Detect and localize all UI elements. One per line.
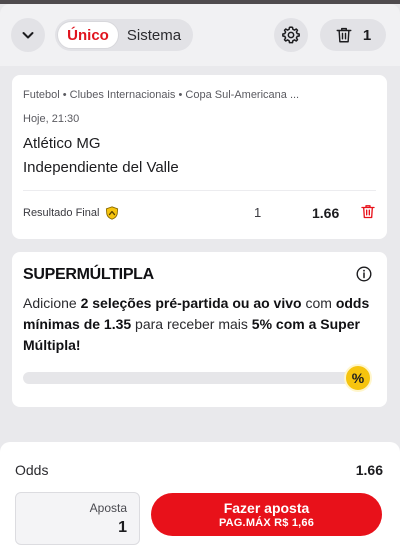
gear-icon	[282, 26, 300, 44]
selected-outcome: 1	[254, 205, 262, 220]
stake-value: 1	[118, 519, 127, 536]
market-name: Resultado Final	[23, 207, 100, 219]
clear-slip-button[interactable]: 1	[320, 19, 386, 51]
tab-unico[interactable]: Único	[57, 21, 119, 49]
stake-label: Aposta	[89, 501, 127, 515]
trash-icon	[336, 27, 352, 43]
place-bet-label: Fazer aposta	[223, 499, 310, 516]
boost-shield-icon	[106, 206, 119, 220]
remove-selection-button[interactable]	[360, 203, 376, 225]
place-bet-button[interactable]: Fazer aposta PAG.MÁX R$ 1,66	[151, 493, 382, 536]
promo-title: SUPERMÚLTIPLA	[23, 266, 154, 283]
bet-type-switch: Único Sistema	[55, 19, 193, 51]
collapse-button[interactable]	[11, 18, 45, 52]
selection-card: Futebol • Clubes Internacionais • Copa S…	[12, 75, 387, 239]
trash-icon	[361, 205, 375, 219]
divider	[23, 190, 376, 191]
promo-progress-bar	[23, 372, 353, 384]
selection-odds: 1.66	[312, 205, 340, 221]
info-button[interactable]	[356, 266, 372, 287]
slip-footer: Odds 1.66 Aposta 1 Fazer aposta PAG.MÁX …	[0, 442, 400, 552]
chevron-down-icon	[22, 32, 34, 39]
tab-sistema[interactable]: Sistema	[119, 21, 189, 49]
supermultipla-card: SUPERMÚLTIPLA Adicione 2 seleções pré-pa…	[12, 252, 387, 407]
betslip-header: Único Sistema 1	[0, 4, 400, 66]
max-payout: PAG.MÁX R$ 1,66	[218, 516, 315, 529]
total-odds-value: 1.66	[355, 462, 383, 478]
promo-description: Adicione 2 seleções pré-partida ou ao vi…	[23, 295, 370, 353]
stake-input[interactable]: Aposta 1	[15, 492, 140, 545]
away-team: Independiente del Valle	[23, 159, 179, 176]
settings-button[interactable]	[274, 18, 308, 52]
market-row: Resultado Final	[23, 206, 119, 220]
selection-count: 1	[362, 26, 372, 44]
home-team: Atlético MG	[23, 135, 101, 152]
info-icon	[356, 266, 372, 282]
total-odds-label: Odds	[15, 462, 49, 478]
percent-badge: %	[344, 364, 372, 392]
event-time: Hoje, 21:30	[23, 113, 80, 125]
event-breadcrumb: Futebol • Clubes Internacionais • Copa S…	[23, 89, 300, 101]
